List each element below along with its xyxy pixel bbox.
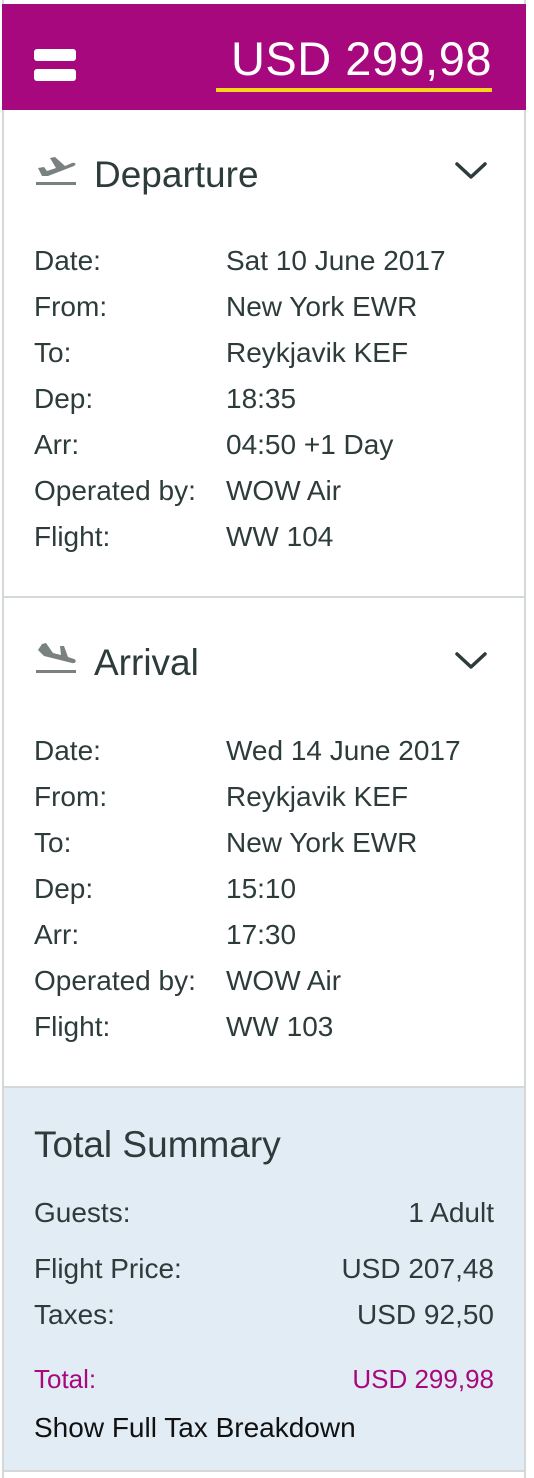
- row-label: To:: [34, 337, 72, 368]
- total-summary: Total Summary Guests: 1 Adult Flight Pri…: [4, 1088, 524, 1472]
- price-underline: [216, 88, 492, 92]
- row-value: WOW Air: [226, 475, 342, 506]
- row-label: Operated by:: [34, 965, 196, 996]
- row-value: WW 103: [226, 1011, 334, 1042]
- row-label: From:: [34, 781, 108, 812]
- row-label: Date:: [34, 735, 101, 766]
- row-label: Flight:: [34, 521, 111, 552]
- total-value: USD 299,98: [352, 1364, 494, 1394]
- row-label: Dep:: [34, 383, 94, 414]
- guests-label: Guests:: [34, 1197, 131, 1228]
- row-label: Flight:: [34, 1011, 111, 1042]
- header-price[interactable]: USD 299,98: [231, 32, 492, 86]
- menu-icon[interactable]: [34, 46, 76, 84]
- plane-takeoff-icon: [36, 157, 76, 185]
- row-value: Sat 10 June 2017: [226, 245, 446, 276]
- row-label: To:: [34, 827, 72, 858]
- chevron-down-icon[interactable]: [454, 160, 488, 182]
- row-label: Operated by:: [34, 475, 196, 506]
- departure-title: Departure: [94, 154, 259, 195]
- flight-price-value: USD 207,48: [341, 1253, 494, 1284]
- arrival-title: Arrival: [94, 642, 199, 683]
- arrival-section: Arrival Date: Wed 14 June 2017 From: Rey…: [4, 598, 524, 1088]
- total-label: Total:: [34, 1364, 97, 1394]
- row-label: Arr:: [34, 429, 80, 460]
- row-label: Dep:: [34, 873, 94, 904]
- taxes-value: USD 92,50: [357, 1299, 494, 1330]
- row-label: Arr:: [34, 919, 80, 950]
- row-value: 17:30: [226, 919, 297, 950]
- row-value: New York EWR: [226, 827, 418, 858]
- row-value: Wed 14 June 2017: [226, 735, 461, 766]
- chevron-down-icon[interactable]: [454, 650, 488, 672]
- row-label: Date:: [34, 245, 101, 276]
- row-value: 15:10: [226, 873, 297, 904]
- departure-section: Departure Date: Sat 10 June 2017 From: N…: [4, 110, 524, 598]
- row-value: 04:50 +1 Day: [226, 429, 394, 460]
- price-header: USD 299,98: [2, 4, 526, 110]
- flight-price-label: Flight Price:: [34, 1253, 182, 1284]
- summary-title: Total Summary: [34, 1124, 281, 1165]
- row-value: 18:35: [226, 383, 297, 414]
- row-value: Reykjavik KEF: [226, 781, 409, 812]
- row-value: WOW Air: [226, 965, 342, 996]
- plane-landing-icon: [36, 643, 76, 673]
- row-value: Reykjavik KEF: [226, 337, 409, 368]
- row-label: From:: [34, 291, 108, 322]
- guests-value: 1 Adult: [408, 1197, 494, 1228]
- show-tax-breakdown-link[interactable]: Show Full Tax Breakdown: [34, 1412, 356, 1444]
- row-value: WW 104: [226, 521, 334, 552]
- row-value: New York EWR: [226, 291, 418, 322]
- taxes-label: Taxes:: [34, 1299, 115, 1330]
